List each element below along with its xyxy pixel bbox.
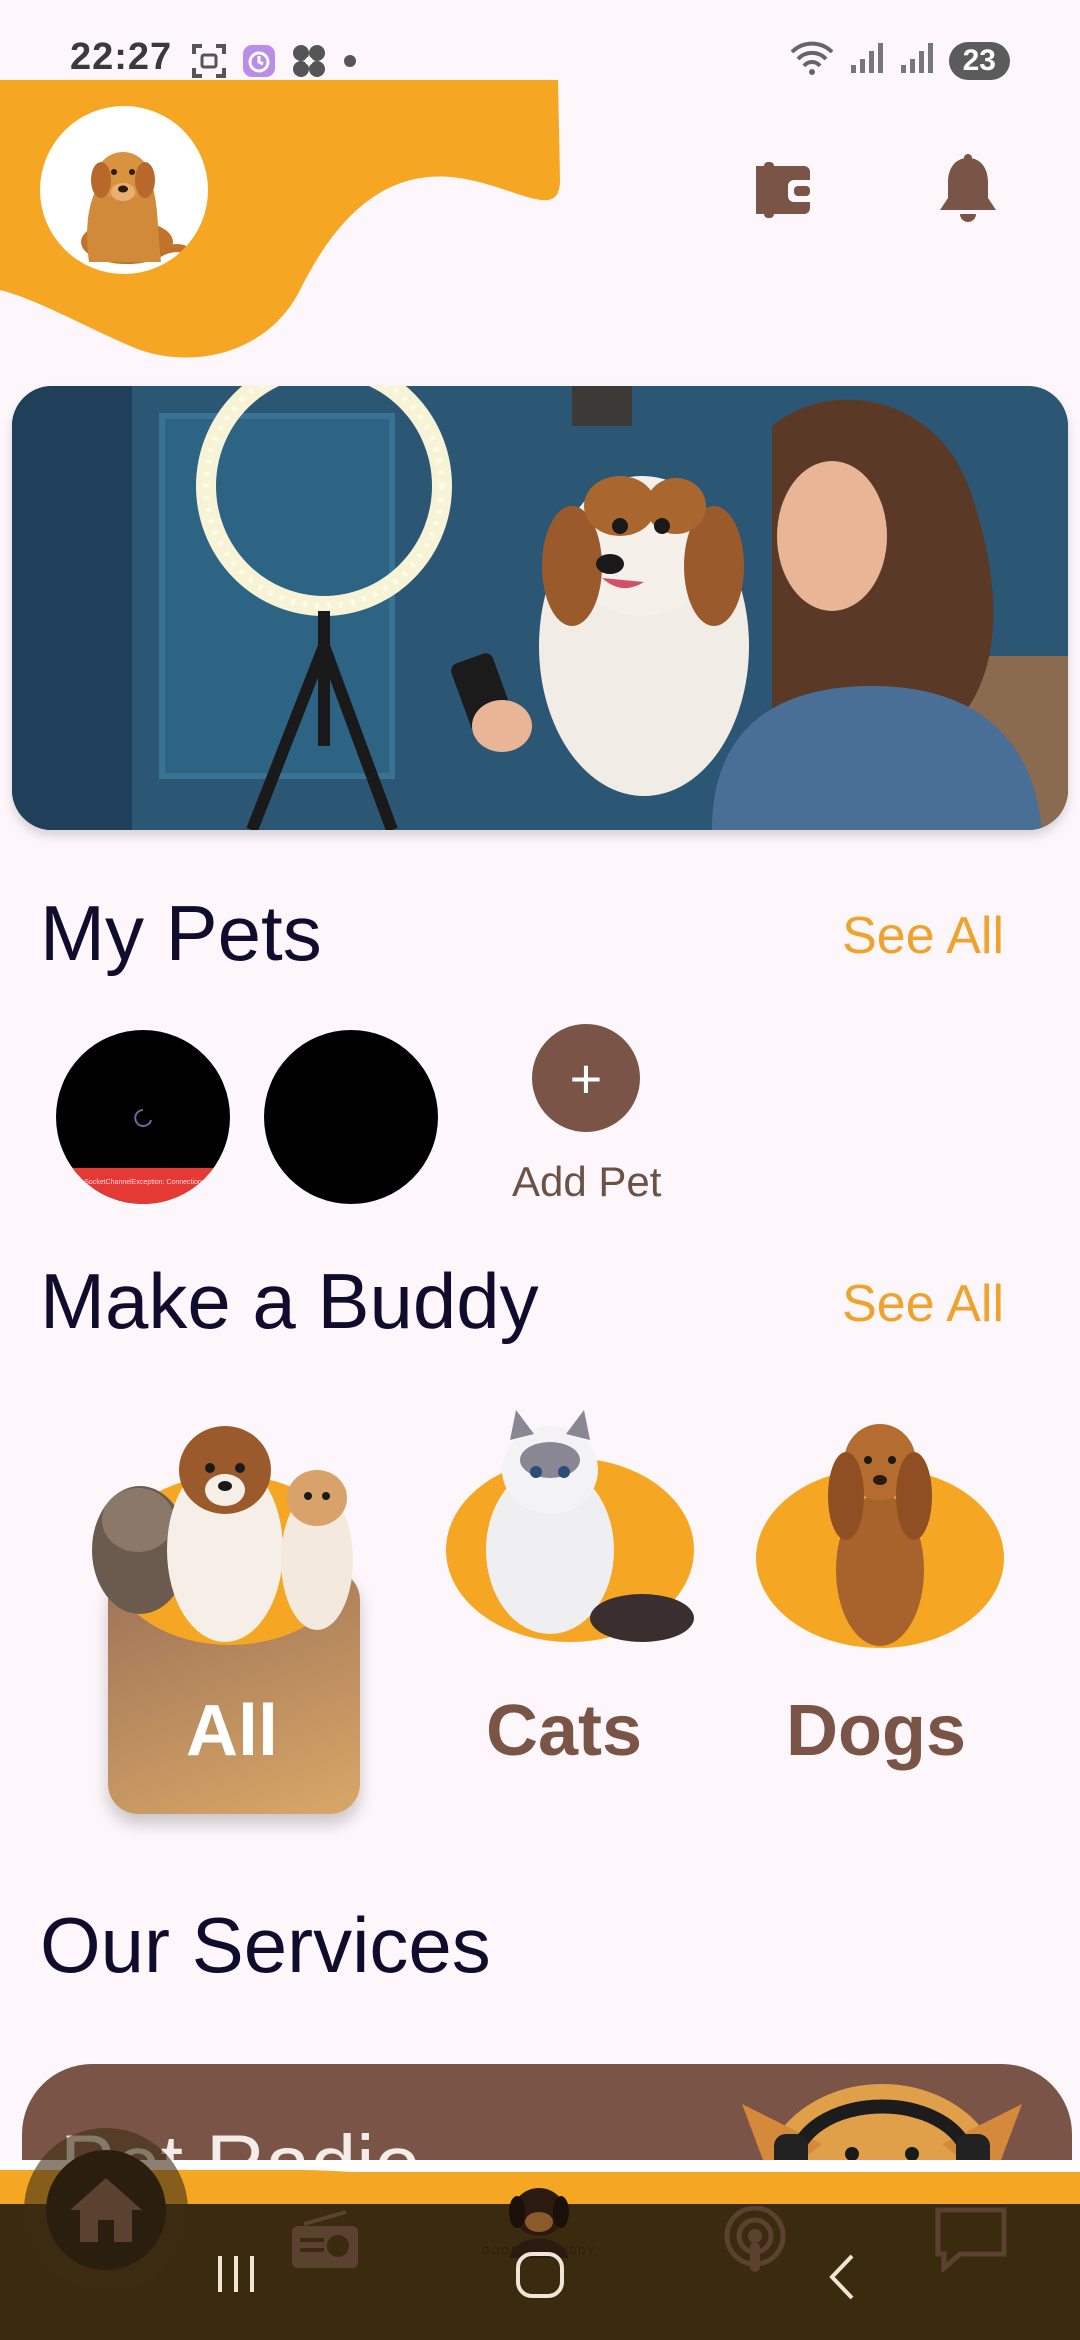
my-pets-title: My Pets xyxy=(40,889,322,977)
podcast-icon xyxy=(724,2205,786,2272)
home-circle-icon xyxy=(516,2252,564,2298)
hero-image xyxy=(12,386,1068,830)
radio-icon xyxy=(292,2210,358,2268)
wallet-button[interactable] xyxy=(746,150,826,230)
category-dogs-label[interactable]: Dogs xyxy=(786,1690,966,1772)
bell-icon xyxy=(940,154,996,222)
recents-icon xyxy=(218,2256,254,2292)
golden-retriever-avatar xyxy=(81,152,198,264)
signal-icon xyxy=(849,41,885,80)
status-right-icons: 23 xyxy=(789,40,1010,81)
dot-icon xyxy=(340,51,360,76)
timer-icon xyxy=(240,42,278,85)
hero-banner[interactable] xyxy=(12,386,1068,830)
add-pet-label[interactable]: Add Pet xyxy=(512,1158,661,1206)
back-button[interactable] xyxy=(822,2252,862,2307)
nav-radio-button[interactable] xyxy=(290,2210,360,2275)
nav-podcast-button[interactable] xyxy=(720,2205,790,2281)
make-a-buddy-title: Make a Buddy xyxy=(40,1257,539,1345)
home-system-button[interactable] xyxy=(510,2250,570,2305)
back-arrow-icon xyxy=(829,2254,854,2300)
nav-chat-button[interactable] xyxy=(934,2206,1008,2277)
pet-error-text: WebSocketChannelException: Connection to xyxy=(70,1179,210,1186)
status-time: 22:27 xyxy=(70,36,173,78)
dog-image xyxy=(756,1424,1004,1648)
home-icon xyxy=(70,2178,142,2242)
add-pet-button[interactable]: + xyxy=(532,1024,640,1132)
pet-avatar[interactable] xyxy=(264,1030,438,1204)
category-all-label: All xyxy=(186,1691,279,1771)
app-screen: { "status_bar": { "time": "22:27", "batt… xyxy=(0,0,1080,2340)
cat-image xyxy=(446,1410,694,1642)
signal-icon xyxy=(899,41,935,80)
avatar[interactable] xyxy=(40,106,208,274)
status-left-icons xyxy=(190,42,360,85)
fan-icon xyxy=(290,42,328,85)
wallet-icon xyxy=(756,162,816,218)
cat-and-dogs-image xyxy=(92,1426,353,1645)
wifi-icon xyxy=(789,40,835,81)
pet-avatar[interactable]: WebSocketChannelException: Connection to xyxy=(56,1030,230,1204)
notifications-button[interactable] xyxy=(928,150,1008,230)
my-pets-see-all-link[interactable]: See All xyxy=(842,906,1004,966)
our-services-title: Our Services xyxy=(40,1901,491,1989)
screenshot-icon xyxy=(190,42,228,85)
recent-apps-button[interactable] xyxy=(212,2254,262,2299)
chat-icon xyxy=(935,2207,1007,2274)
battery-indicator: 23 xyxy=(948,41,1010,80)
nav-home-button[interactable] xyxy=(46,2150,166,2270)
buddy-see-all-link[interactable]: See All xyxy=(842,1274,1004,1334)
category-cats-label[interactable]: Cats xyxy=(486,1690,642,1772)
plus-icon: + xyxy=(569,1046,603,1110)
